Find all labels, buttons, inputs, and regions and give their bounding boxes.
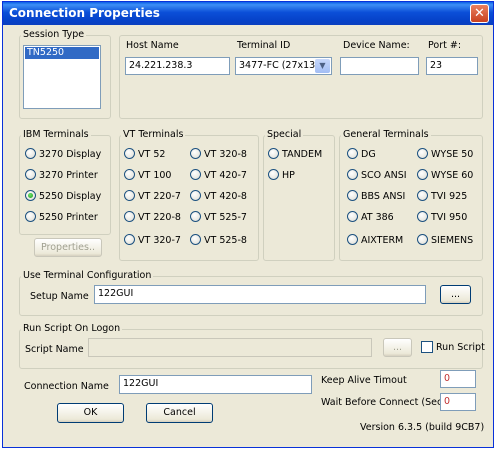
radio-3270-display[interactable]: 3270 Display [25,148,101,162]
radio-vt-52[interactable]: VT 52 [124,148,165,162]
radio-aixterm[interactable]: AIXTERM [347,234,403,248]
dialog-title: Connection Properties [9,6,160,20]
setup-name-label: Setup Name [30,291,89,302]
wait-before-connect-field[interactable]: 0 [440,393,476,411]
radio-vt-220-7[interactable]: VT 220-7 [124,190,181,204]
radio-vt-420-7[interactable]: VT 420-7 [190,169,247,183]
connection-name-field[interactable]: 122GUI [119,375,312,394]
radio-wyse-60[interactable]: WYSE 60 [417,169,473,183]
radio-tvi-950[interactable]: TVI 950 [417,211,467,225]
keep-alive-field[interactable]: 0 [440,370,476,388]
run-script-label: Run Script [436,342,485,353]
close-icon: ✕ [474,6,485,21]
connection-properties-dialog: Connection Properties ✕ Session Type TN5… [2,1,494,448]
device-name-field[interactable] [340,57,419,75]
radio-vt-320-8[interactable]: VT 320-8 [190,148,247,162]
radio-bbs-ansi[interactable]: BBS ANSI [347,190,405,204]
wait-before-connect-label: Wait Before Connect (Sec) [321,397,446,408]
port-label: Port #: [428,40,462,51]
run-script-group-label: Run Script On Logon [21,323,123,335]
setup-name-field[interactable]: 122GUI [94,285,426,304]
special-label: Special [265,129,304,141]
session-type-list[interactable]: TN5250 [23,45,101,109]
radio-hp[interactable]: HP [268,169,295,183]
ibm-terminals-label: IBM Terminals [21,129,91,141]
script-name-label: Script Name [25,344,84,355]
general-terminals-label: General Terminals [341,129,431,141]
radio-dg[interactable]: DG [347,148,376,162]
script-browse-button[interactable]: ... [383,338,412,357]
ok-button[interactable]: OK [57,403,124,423]
host-name-label: Host Name [126,40,179,51]
radio-wyse-50[interactable]: WYSE 50 [417,148,473,162]
radio-sco-ansi[interactable]: SCO ANSI [347,169,407,183]
keep-alive-label: Keep Alive Timout [321,375,407,386]
radio-vt-525-7[interactable]: VT 525-7 [190,211,247,225]
script-name-field[interactable] [88,338,372,357]
radio-tandem[interactable]: TANDEM [268,148,322,162]
run-script-checkbox[interactable] [421,341,433,353]
terminal-config-label: Use Terminal Configuration [21,270,154,282]
chevron-down-icon[interactable]: ▼ [315,59,330,73]
host-name-field[interactable]: 24.221.238.3 [125,57,230,75]
radio-siemens[interactable]: SIEMENS [417,234,473,248]
radio-vt-100[interactable]: VT 100 [124,169,171,183]
vt-terminals-label: VT Terminals [121,129,186,141]
radio-5250-printer[interactable]: 5250 Printer [25,211,98,225]
radio-at-386[interactable]: AT 386 [347,211,394,225]
properties-button[interactable]: Properties.. [34,238,102,257]
radio-vt-525-8[interactable]: VT 525-8 [190,234,247,248]
device-name-label: Device Name: [343,40,410,51]
radio-vt-320-7[interactable]: VT 320-7 [124,234,181,248]
version-text: Version 6.3.5 (build 9CB7) [360,422,485,433]
radio-tvi-925[interactable]: TVI 925 [417,190,467,204]
radio-5250-display[interactable]: 5250 Display [25,190,101,204]
terminal-id-dropdown[interactable]: 3477-FC (27x132 ▼ [235,57,332,75]
terminal-id-value: 3477-FC (27x132 [239,60,322,71]
setup-browse-button[interactable]: ... [440,285,471,304]
radio-3270-printer[interactable]: 3270 Printer [25,169,98,183]
terminal-id-label: Terminal ID [237,40,291,51]
session-type-label: Session Type [21,29,87,41]
radio-vt-220-8[interactable]: VT 220-8 [124,211,181,225]
session-type-item[interactable]: TN5250 [25,47,99,59]
port-field[interactable]: 23 [426,57,478,75]
title-bar: Connection Properties ✕ [3,2,493,25]
connection-name-label: Connection Name [24,381,109,392]
cancel-button[interactable]: Cancel [146,403,213,423]
close-button[interactable]: ✕ [470,4,489,23]
radio-vt-420-8[interactable]: VT 420-8 [190,190,247,204]
